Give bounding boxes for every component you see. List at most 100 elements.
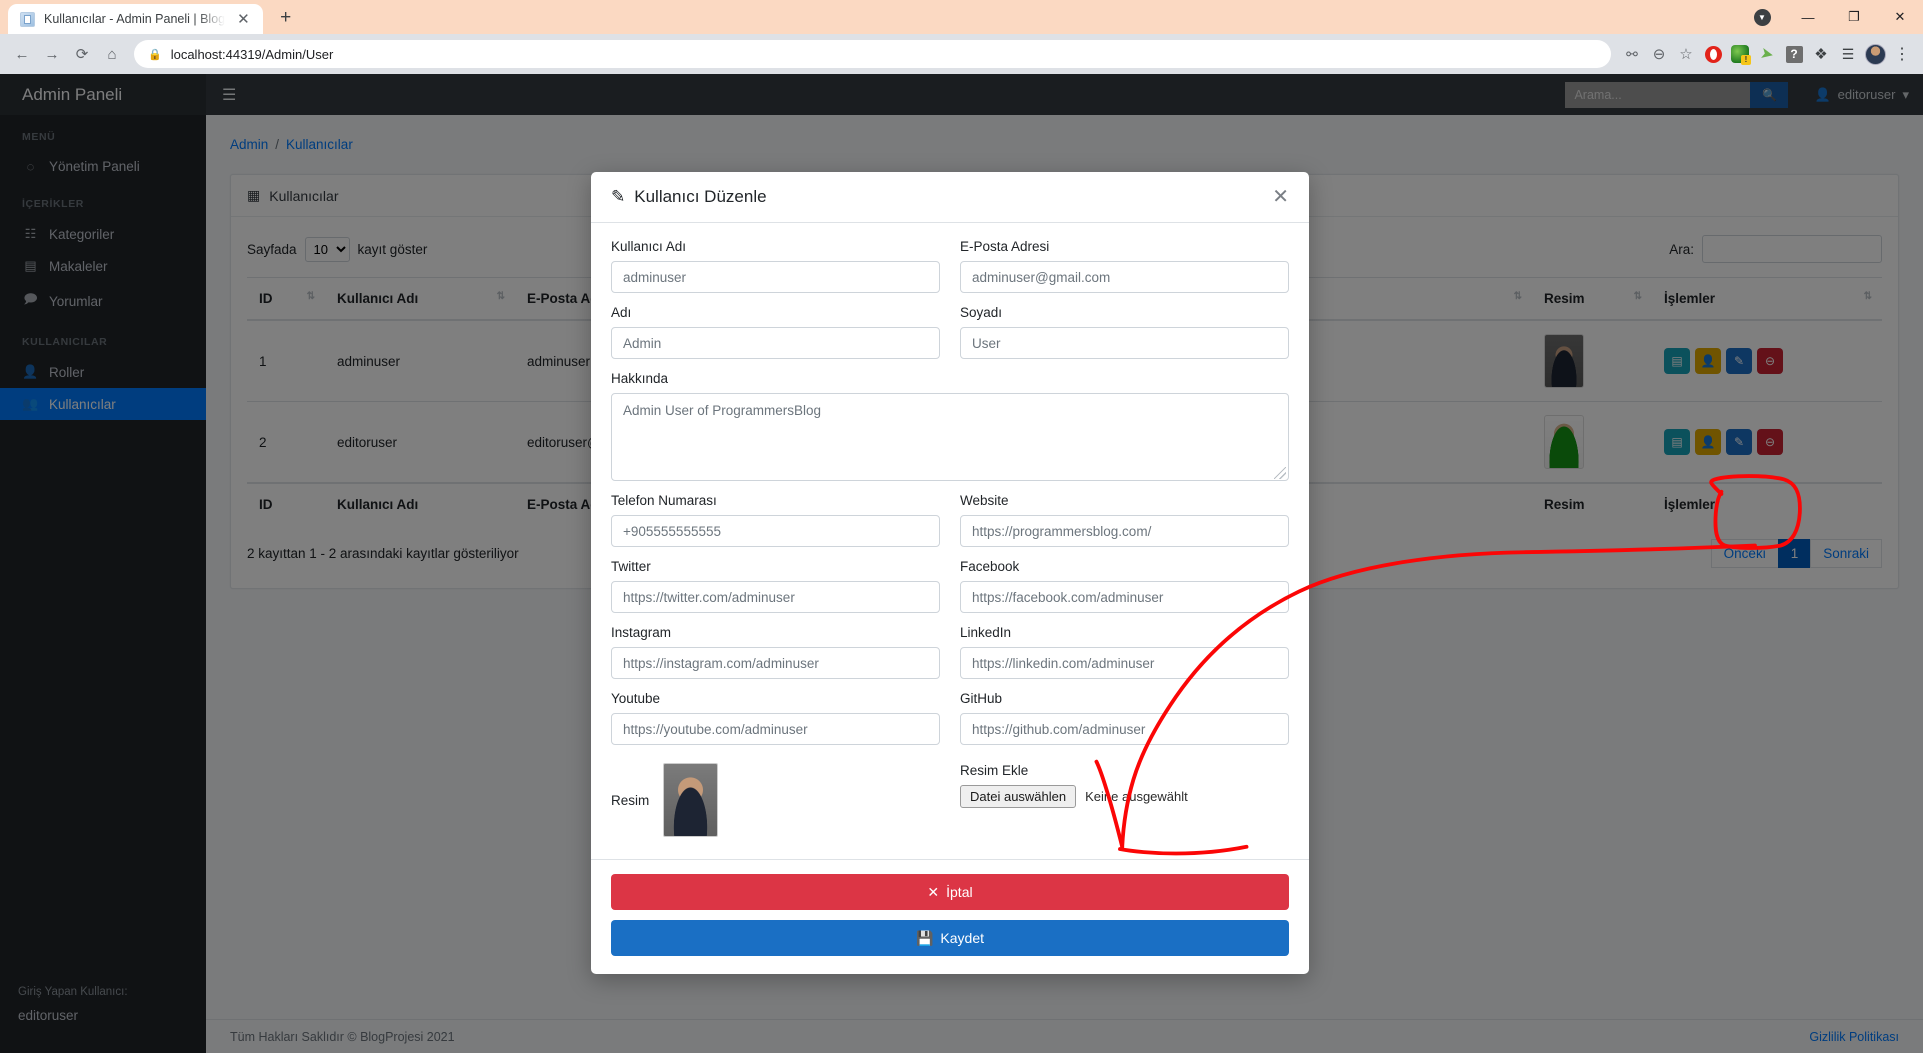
input-linkedin[interactable]: https://linkedin.com/adminuser: [960, 647, 1289, 679]
forward-icon[interactable]: →: [38, 40, 66, 68]
form-row-3: Telefon Numarası +905555555555 Website h…: [611, 493, 1289, 559]
new-tab-button[interactable]: +: [273, 5, 299, 31]
web-page: Admin Paneli MENÜ ◌ Yönetim Paneli İÇERİ…: [0, 74, 1923, 1053]
close-x-icon: ✕: [927, 883, 940, 900]
input-username[interactable]: adminuser: [611, 261, 940, 293]
modal-header: ✎ Kullanıcı Düzenle ✕: [591, 172, 1309, 223]
label-github: GitHub: [960, 691, 1003, 706]
input-email[interactable]: adminuser@gmail.com: [960, 261, 1289, 293]
field-linkedin: LinkedIn https://linkedin.com/adminuser: [960, 625, 1289, 679]
field-twitter: Twitter https://twitter.com/adminuser: [611, 559, 940, 613]
field-phone: Telefon Numarası +905555555555: [611, 493, 940, 547]
current-image-group: Resim: [611, 763, 940, 837]
field-email: E-Posta Adresi adminuser@gmail.com: [960, 239, 1289, 293]
input-phone[interactable]: +905555555555: [611, 515, 940, 547]
save-disk-icon: 💾: [915, 929, 934, 946]
close-tab-icon[interactable]: ✕: [234, 10, 253, 29]
label-linkedin: LinkedIn: [960, 625, 1012, 640]
avatar: [663, 763, 719, 837]
puzzle-extensions-icon[interactable]: ❖: [1808, 41, 1834, 67]
label-website: Website: [960, 493, 1009, 508]
page-favicon: [20, 11, 35, 27]
media-list-icon[interactable]: ☰: [1835, 41, 1861, 67]
input-website[interactable]: https://programmersblog.com/: [960, 515, 1289, 547]
input-lastname[interactable]: User: [960, 327, 1289, 359]
window-controls: ▼ — ❐ ✕: [1739, 0, 1923, 34]
reload-icon[interactable]: ⟳: [68, 40, 96, 68]
edit-pencil-icon: ✎: [611, 187, 626, 206]
chrome-menu-icon[interactable]: ⋮: [1889, 41, 1915, 67]
file-status-text: Keine ausgewählt: [1085, 789, 1188, 804]
browser-update-button[interactable]: ▼: [1739, 0, 1785, 34]
label-email: E-Posta Adresi: [960, 239, 1050, 254]
close-icon[interactable]: ✕: [1272, 187, 1289, 207]
tab-title: Kullanıcılar - Admin Paneli | Blog: [44, 12, 226, 26]
toolbar-extensions: ⚯ ⊖ ☆ ➤ ? ❖ ☰ ⋮: [1619, 41, 1915, 67]
file-input[interactable]: Datei auswählen Keine ausgewählt: [960, 785, 1289, 808]
label-username: Kullanıcı Adı: [611, 239, 687, 254]
input-facebook[interactable]: https://facebook.com/adminuser: [960, 581, 1289, 613]
textarea-about[interactable]: Admin User of ProgrammersBlog: [611, 393, 1289, 481]
image-row: Resim Resim Ekle Datei auswählen Keine a…: [611, 763, 1289, 851]
back-icon[interactable]: ←: [8, 40, 36, 68]
resize-grip-icon[interactable]: [1274, 467, 1286, 479]
form-row-6: Youtube https://youtube.com/adminuser Gi…: [611, 691, 1289, 757]
close-window-button[interactable]: ✕: [1877, 0, 1923, 34]
cancel-button-label: İptal: [946, 884, 973, 900]
question-extension-icon[interactable]: ?: [1781, 41, 1807, 67]
field-instagram: Instagram https://instagram.com/adminuse…: [611, 625, 940, 679]
download-arrow-icon[interactable]: ➤: [1752, 39, 1783, 70]
modal-title-text: Kullanıcı Düzenle: [634, 187, 767, 206]
label-twitter: Twitter: [611, 559, 651, 574]
field-github: GitHub https://github.com/adminuser: [960, 691, 1289, 745]
update-dot-icon: ▼: [1753, 8, 1771, 26]
choose-file-button[interactable]: Datei auswählen: [960, 785, 1077, 808]
minimize-button[interactable]: —: [1785, 0, 1831, 34]
home-icon[interactable]: ⌂: [98, 40, 126, 68]
upload-image-group: Resim Ekle Datei auswählen Keine ausgewä…: [960, 763, 1289, 808]
save-button[interactable]: 💾 Kaydet: [611, 920, 1289, 956]
address-bar[interactable]: 🔒 localhost:44319/Admin/User: [134, 40, 1611, 68]
field-facebook: Facebook https://facebook.com/adminuser: [960, 559, 1289, 613]
label-youtube: Youtube: [611, 691, 661, 706]
form-row-5: Instagram https://instagram.com/adminuse…: [611, 625, 1289, 691]
label-about: Hakkında: [611, 371, 669, 386]
idm-extension-icon[interactable]: [1727, 41, 1753, 67]
input-github[interactable]: https://github.com/adminuser: [960, 713, 1289, 745]
field-about: Hakkında Admin User of ProgrammersBlog: [611, 371, 1289, 481]
maximize-button[interactable]: ❐: [1831, 0, 1877, 34]
label-phone: Telefon Numarası: [611, 493, 717, 508]
bookmark-star-icon[interactable]: ☆: [1673, 41, 1699, 67]
profile-avatar-icon[interactable]: [1862, 41, 1888, 67]
browser-toolbar: ← → ⟳ ⌂ 🔒 localhost:44319/Admin/User ⚯ ⊖…: [0, 34, 1923, 74]
save-button-label: Kaydet: [940, 930, 985, 946]
input-twitter[interactable]: https://twitter.com/adminuser: [611, 581, 940, 613]
zoom-out-icon[interactable]: ⊖: [1646, 41, 1672, 67]
field-youtube: Youtube https://youtube.com/adminuser: [611, 691, 940, 745]
label-instagram: Instagram: [611, 625, 672, 640]
opera-extension-icon[interactable]: [1700, 41, 1726, 67]
label-image: Resim: [611, 792, 650, 808]
label-lastname: Soyadı: [960, 305, 1003, 320]
modal-body: Kullanıcı Adı adminuser E-Posta Adresi a…: [591, 223, 1309, 859]
field-username: Kullanıcı Adı adminuser: [611, 239, 940, 293]
modal-footer: ✕ İptal 💾 Kaydet: [591, 859, 1309, 974]
browser-tab[interactable]: Kullanıcılar - Admin Paneli | Blog ✕: [8, 4, 263, 34]
lock-icon: 🔒: [148, 48, 162, 61]
address-bar-url: localhost:44319/Admin/User: [170, 46, 334, 62]
textarea-about-value: Admin User of ProgrammersBlog: [623, 403, 822, 418]
label-add-image: Resim Ekle: [960, 763, 1029, 778]
modal-title: ✎ Kullanıcı Düzenle: [611, 187, 767, 207]
input-firstname[interactable]: Admin: [611, 327, 940, 359]
cancel-button[interactable]: ✕ İptal: [611, 874, 1289, 910]
field-firstname: Adı Admin: [611, 305, 940, 359]
form-row-4: Twitter https://twitter.com/adminuser Fa…: [611, 559, 1289, 625]
password-key-icon[interactable]: ⚯: [1619, 41, 1645, 67]
field-website: Website https://programmersblog.com/: [960, 493, 1289, 547]
input-instagram[interactable]: https://instagram.com/adminuser: [611, 647, 940, 679]
label-facebook: Facebook: [960, 559, 1020, 574]
input-youtube[interactable]: https://youtube.com/adminuser: [611, 713, 940, 745]
label-firstname: Adı: [611, 305, 632, 320]
form-row-2: Adı Admin Soyadı User: [611, 305, 1289, 371]
browser-window: Kullanıcılar - Admin Paneli | Blog ✕ + ▼…: [0, 0, 1923, 1053]
